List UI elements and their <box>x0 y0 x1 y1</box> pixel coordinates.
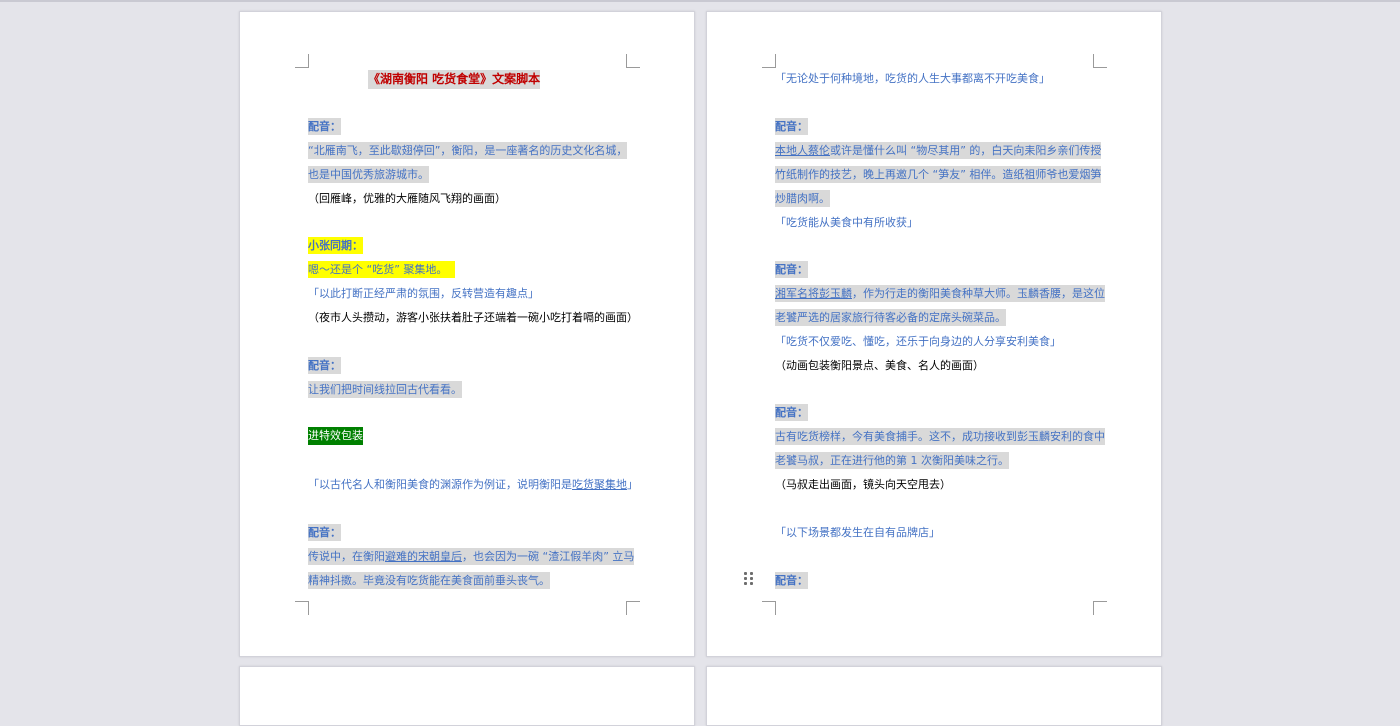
director-note-underlined: 吃货聚集地 <box>572 478 627 491</box>
script-line[interactable]: 炒腊肉啊。 <box>775 190 830 207</box>
scene-direction[interactable]: （马叔走出画面，镜头向天空甩去） <box>775 476 951 493</box>
document-page-1[interactable]: 《湖南衡阳 吃货食堂》文案脚本 配音： “北雁南飞，至此歇翅停回”，衡阳，是一座… <box>239 11 695 657</box>
corner-mark-bottom-left <box>295 601 309 615</box>
script-line[interactable]: 传说中，在衡阳避难的宋朝皇后，也会因为一碗 “渣江假羊肉” 立马 <box>308 548 635 565</box>
script-line-text: 或许是懂什么叫 “物尽其用” 的，白天向耒阳乡亲们传授 <box>830 144 1102 157</box>
director-note[interactable]: 「吃货能从美食中有所收获」 <box>775 214 918 231</box>
script-line-text: ，作为行走的衡阳美食种草大师。玉麟香腰，是这位 <box>852 287 1105 300</box>
script-line[interactable]: 精神抖擞。毕竟没有吃货能在美食面前垂头丧气。 <box>308 572 550 589</box>
director-note-end: 」 <box>627 478 638 491</box>
script-line[interactable]: 竹纸制作的技艺，晚上再邀几个 “笋友” 相伴。造纸祖师爷也爱烟笋 <box>775 166 1102 183</box>
voiceover-label[interactable]: 配音： <box>775 404 808 421</box>
script-line[interactable]: 古有吃货榜样，今有美食捕手。这不，成功接收到彭玉麟安利的食中 <box>775 428 1105 445</box>
script-line[interactable]: 老饕马叔，正在进行他的第 1 次衡阳美味之行。 <box>775 452 1009 469</box>
scene-direction[interactable]: （夜市人头攒动，游客小张扶着肚子还端着一碗小吃打着嗝的画面） <box>308 309 638 326</box>
voiceover-label[interactable]: 配音： <box>308 118 341 135</box>
corner-mark-bottom-left <box>762 601 776 615</box>
document-page-4[interactable] <box>706 666 1162 726</box>
document-page-2[interactable]: 「无论处于何种境地，吃货的人生大事都离不开吃美食」 配音： 本地人蔡伦或许是懂什… <box>706 11 1162 657</box>
script-line-underlined: 避难的宋朝皇后 <box>385 550 462 563</box>
script-line[interactable]: 湘军名将彭玉麟，作为行走的衡阳美食种草大师。玉麟香腰，是这位 <box>775 285 1105 302</box>
director-note-text: 「以古代名人和衡阳美食的渊源作为例证，说明衡阳是 <box>308 478 572 491</box>
effects-marker[interactable]: 进特效包装 <box>308 427 363 445</box>
script-line-underlined: 本地人蔡伦 <box>775 144 830 157</box>
director-note[interactable]: 「以此打断正经严肃的氛围，反转营造有趣点」 <box>308 285 539 302</box>
script-line[interactable]: 本地人蔡伦或许是懂什么叫 “物尽其用” 的，白天向耒阳乡亲们传授 <box>775 142 1102 159</box>
corner-mark-bottom-right <box>626 601 640 615</box>
document-title[interactable]: 《湖南衡阳 吃货食堂》文案脚本 <box>368 70 541 89</box>
voiceover-label[interactable]: 配音： <box>775 118 808 135</box>
scene-direction[interactable]: （动画包装衡阳景点、美食、名人的画面） <box>775 357 984 374</box>
voiceover-label[interactable]: 配音： <box>775 572 808 589</box>
script-line[interactable]: “北雁南飞，至此歇翅停回”，衡阳，是一座著名的历史文化名城， <box>308 142 628 159</box>
document-page-3[interactable] <box>239 666 695 726</box>
script-line[interactable]: 也是中国优秀旅游城市。 <box>308 166 429 183</box>
corner-mark-top-right <box>1093 54 1107 68</box>
director-note[interactable]: 「以古代名人和衡阳美食的渊源作为例证，说明衡阳是吃货聚集地」 <box>308 476 638 493</box>
script-line-text: ，也会因为一碗 “渣江假羊肉” 立马 <box>462 550 635 563</box>
corner-mark-top-right <box>626 54 640 68</box>
director-note[interactable]: 「无论处于何种境地，吃货的人生大事都离不开吃美食」 <box>775 70 1050 87</box>
drag-handle-icon[interactable] <box>744 572 754 586</box>
corner-mark-bottom-right <box>1093 601 1107 615</box>
script-line-underlined: 湘军名将彭玉麟 <box>775 287 852 300</box>
director-note[interactable]: 「吃货不仅爱吃、懂吃，还乐于向身边的人分享安利美食」 <box>775 333 1061 350</box>
script-line-text: 传说中，在衡阳 <box>308 550 385 563</box>
script-line[interactable]: 让我们把时间线拉回古代看看。 <box>308 381 462 398</box>
character-label[interactable]: 小张同期： <box>308 237 363 254</box>
script-line[interactable]: 嗯～还是个 “吃货” 聚集地。 <box>308 261 456 278</box>
scene-direction[interactable]: （回雁峰，优雅的大雁随风飞翔的画面） <box>308 190 506 207</box>
voiceover-label[interactable]: 配音： <box>308 357 341 374</box>
director-note[interactable]: 「以下场景都发生在自有品牌店」 <box>775 524 940 541</box>
corner-mark-top-left <box>295 54 309 68</box>
script-line[interactable]: 老饕严选的居家旅行待客必备的定席头碗菜品。 <box>775 309 1006 326</box>
top-border <box>0 0 1400 2</box>
corner-mark-top-left <box>762 54 776 68</box>
voiceover-label[interactable]: 配音： <box>308 524 341 541</box>
voiceover-label[interactable]: 配音： <box>775 261 808 278</box>
